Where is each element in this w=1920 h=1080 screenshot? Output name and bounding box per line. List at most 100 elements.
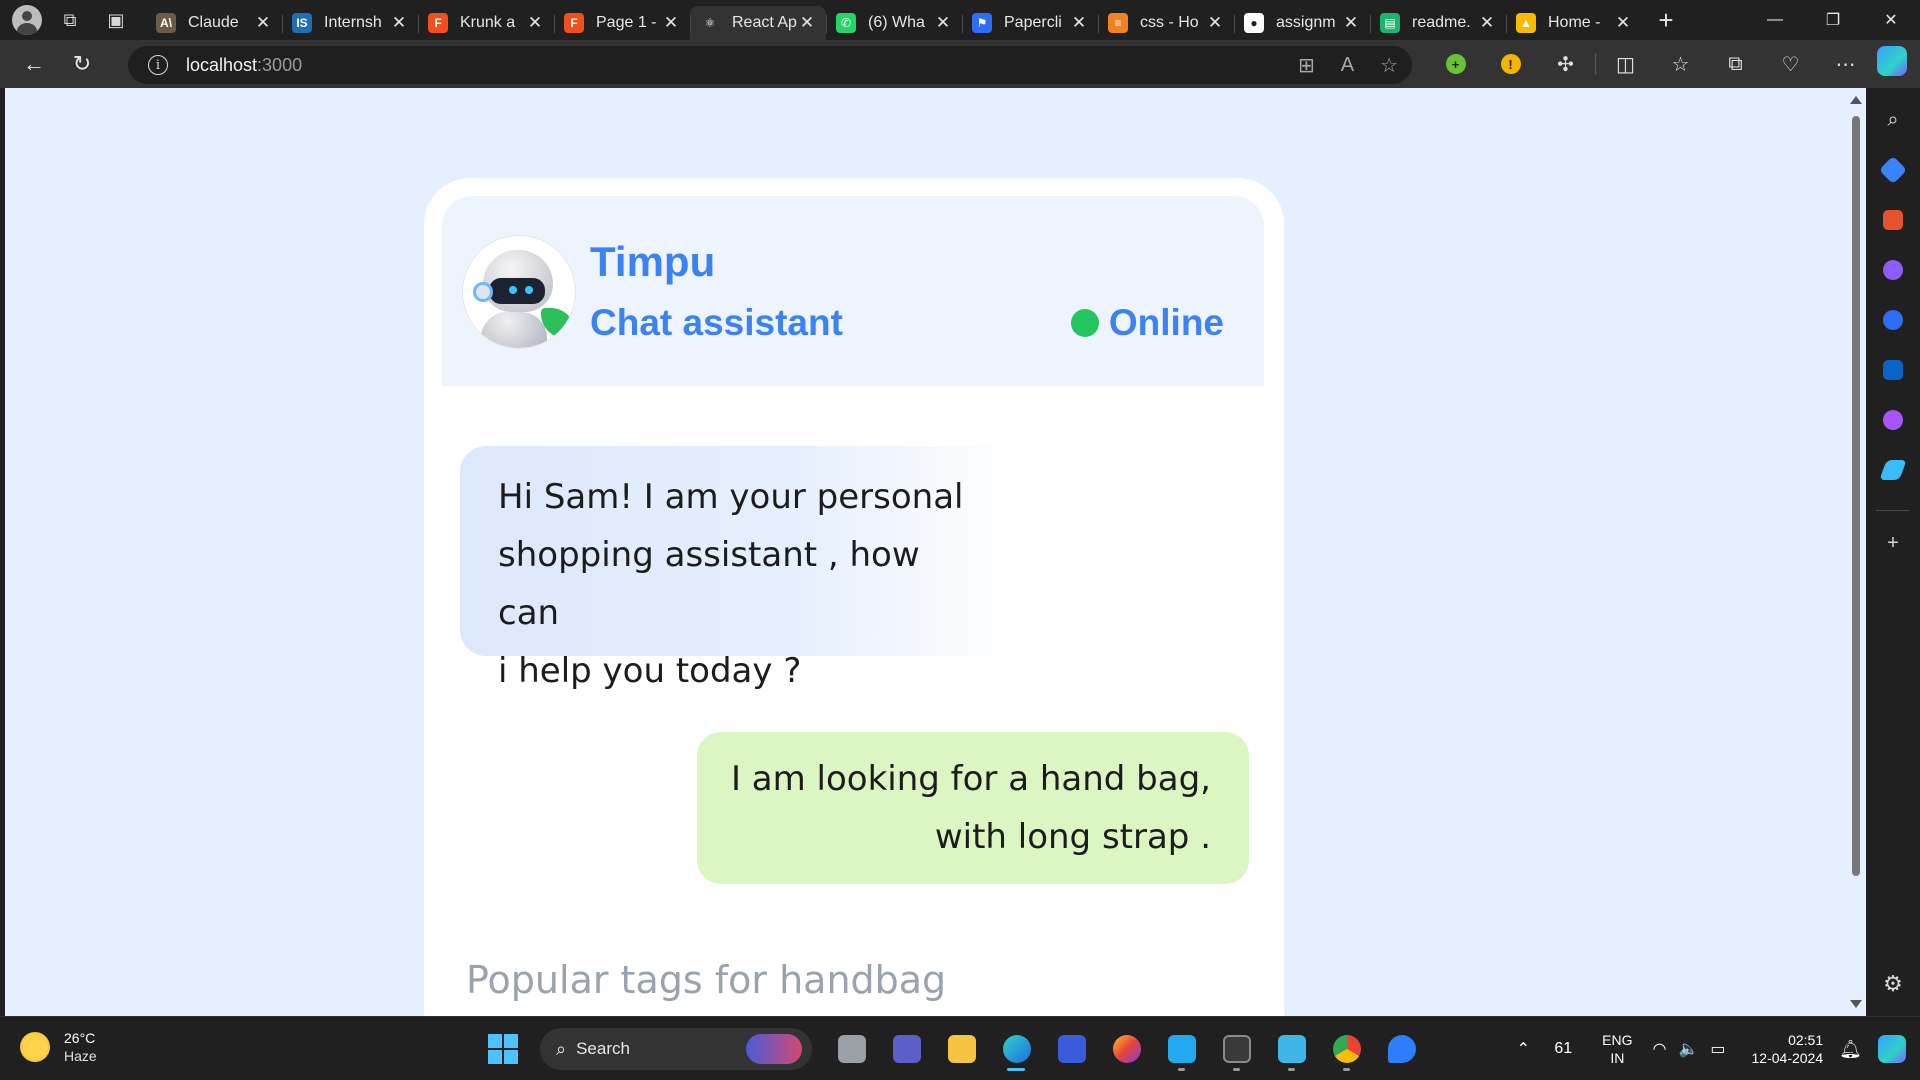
browser-tab[interactable]: A\ Claude ✕ <box>146 6 282 40</box>
tray-number[interactable]: 61 <box>1554 1040 1572 1058</box>
close-tab-icon[interactable]: ✕ <box>390 13 408 33</box>
extension-yellow-icon[interactable]: ! <box>1483 44 1538 84</box>
linear-app-icon[interactable] <box>1044 1025 1099 1073</box>
workspaces-icon[interactable]: ⧉ <box>52 4 88 36</box>
windows-taskbar: 26°C Haze ⌕ Search ⌃ 61 ENG IN ◠ 🔈 ▭ 02:… <box>0 1016 1920 1080</box>
browser-tab[interactable]: F Page 1 - ✕ <box>554 6 690 40</box>
quick-settings[interactable]: ◠ 🔈 ▭ <box>1653 1039 1726 1059</box>
collections-icon[interactable]: ⧉ <box>1708 44 1763 84</box>
taskbar-search[interactable]: ⌕ Search <box>540 1028 812 1070</box>
toolbar-divider <box>1595 53 1596 75</box>
browser-tab[interactable]: ≡ css - Ho ✕ <box>1098 6 1234 40</box>
scrollbar-thumb[interactable] <box>1852 116 1860 876</box>
close-tab-icon[interactable]: ✕ <box>1614 13 1632 33</box>
clock[interactable]: 02:51 12-04-2024 <box>1752 1031 1824 1067</box>
taskbar-apps: ⌕ Search <box>488 1025 1429 1073</box>
back-icon[interactable]: ← <box>14 46 54 82</box>
browser-tab[interactable]: ▤ readme. ✕ <box>1370 6 1506 40</box>
close-tab-icon[interactable]: ✕ <box>934 13 952 33</box>
site-info-icon[interactable]: i <box>148 55 168 75</box>
close-tab-icon[interactable]: ✕ <box>662 13 680 33</box>
browser-tab[interactable]: ▲ Home - ✕ <box>1506 6 1642 40</box>
online-status-label: Online <box>1108 302 1224 343</box>
profile-avatar-icon[interactable] <box>12 5 42 35</box>
copilot-icon[interactable] <box>1877 46 1907 76</box>
minimize-icon[interactable]: — <box>1746 0 1804 40</box>
address-bar[interactable]: i localhost:3000 ⊞ A ☆ <box>128 46 1412 84</box>
sidebar-settings-gear-icon[interactable]: ⚙ <box>1875 966 1911 1002</box>
refresh-icon[interactable]: ↻ <box>62 46 102 82</box>
scroll-down-icon[interactable] <box>1850 1000 1862 1008</box>
weather-widget[interactable]: 26°C Haze <box>20 1029 97 1065</box>
split-screen-icon[interactable]: ◫ <box>1598 44 1653 84</box>
tab-strip: ⧉ ▣ A\ Claude ✕ IS Internsh ✕ F Krunk a ✕ F Page 1… <box>0 0 1920 40</box>
new-tab-button[interactable]: + <box>1648 4 1684 36</box>
terminal-icon[interactable] <box>1209 1025 1264 1073</box>
browser-tab[interactable]: F Krunk a ✕ <box>418 6 554 40</box>
weather-condition: Haze <box>64 1048 97 1064</box>
extension-green-icon[interactable]: + <box>1428 44 1483 84</box>
shopping-tag-icon[interactable] <box>1875 152 1911 188</box>
teams-icon[interactable] <box>879 1025 934 1073</box>
close-tab-icon[interactable]: ✕ <box>1478 13 1496 33</box>
show-hidden-icons-chevron-icon[interactable]: ⌃ <box>1508 1039 1538 1059</box>
games-icon[interactable] <box>1875 252 1911 288</box>
search-icon: ⌕ <box>556 1038 567 1059</box>
vscode-icon[interactable] <box>1154 1025 1209 1073</box>
volume-icon: 🔈 <box>1678 1041 1699 1058</box>
close-tab-icon[interactable]: ✕ <box>1342 13 1360 33</box>
close-tab-icon[interactable]: ✕ <box>798 13 816 33</box>
extensions-puzzle-icon[interactable]: ✣ <box>1538 44 1593 84</box>
telegram-send-icon[interactable] <box>1875 452 1911 488</box>
copilot-sidebar-icon[interactable] <box>1875 302 1911 338</box>
close-tab-icon[interactable]: ✕ <box>254 13 272 33</box>
copilot-taskbar-icon[interactable] <box>1878 1035 1906 1063</box>
notepad-icon[interactable] <box>1264 1025 1319 1073</box>
browser-essentials-icon[interactable]: ♡ <box>1763 44 1818 84</box>
favorites-icon[interactable]: ☆ <box>1653 44 1708 84</box>
notifications-bell-icon[interactable]: 🔔︎ <box>1839 1039 1862 1060</box>
bot-message: Hi Sam! I am your personal shopping assi… <box>460 446 1016 691</box>
firefox-icon[interactable] <box>1099 1025 1154 1073</box>
url-text[interactable]: localhost:3000 <box>186 55 302 76</box>
browser-tab[interactable]: ⚑ Papercli ✕ <box>962 6 1098 40</box>
windows-start-icon[interactable] <box>488 1034 518 1064</box>
outlook-icon[interactable] <box>1875 352 1911 388</box>
close-window-icon[interactable]: ✕ <box>1862 0 1920 40</box>
browser-tab[interactable]: ✆ (6) Wha ✕ <box>826 6 962 40</box>
browser-tab[interactable]: IS Internsh ✕ <box>282 6 418 40</box>
task-view-icon[interactable] <box>824 1025 879 1073</box>
search-icon[interactable]: ⌕ <box>1875 102 1911 138</box>
tab-title: Internsh <box>324 14 382 31</box>
read-aloud-icon[interactable]: A <box>1341 54 1354 77</box>
vertical-tabs-icon[interactable]: ▣ <box>98 4 134 36</box>
page-viewport: Timpu Chat assistant Online Hi Sam! I am… <box>5 88 1847 1016</box>
bot-name: Timpu <box>590 238 716 285</box>
chrome-icon[interactable] <box>1319 1025 1374 1073</box>
add-sidebar-app-icon[interactable]: + <box>1875 525 1911 561</box>
window-controls: — ❐ ✕ <box>1746 0 1920 40</box>
close-tab-icon[interactable]: ✕ <box>526 13 544 33</box>
settings-more-icon[interactable]: ⋯ <box>1818 44 1873 84</box>
favorite-star-icon[interactable]: ☆ <box>1380 53 1398 78</box>
designer-icon[interactable] <box>1875 402 1911 438</box>
close-tab-icon[interactable]: ✕ <box>1070 13 1088 33</box>
pycharm-icon[interactable] <box>1374 1025 1429 1073</box>
page-scrollbar[interactable] <box>1847 88 1866 1016</box>
system-tray: ⌃ 61 ENG IN ◠ 🔈 ▭ 02:51 12-04-2024 🔔︎ <box>1508 1017 1920 1080</box>
tab-title: css - Ho <box>1140 14 1199 31</box>
anthropic-icon: A\ <box>156 13 176 33</box>
app-available-icon[interactable]: ⊞ <box>1298 53 1315 78</box>
edge-browser-icon[interactable] <box>989 1025 1044 1073</box>
clock-time: 02:51 <box>1788 1032 1824 1048</box>
react-icon: ⚛ <box>700 13 720 33</box>
tools-briefcase-icon[interactable] <box>1875 202 1911 238</box>
restore-icon[interactable]: ❐ <box>1804 0 1862 40</box>
close-tab-icon[interactable]: ✕ <box>1206 13 1224 33</box>
scroll-up-icon[interactable] <box>1850 96 1862 104</box>
search-highlight-art <box>746 1034 802 1064</box>
browser-tab[interactable]: ● assignm ✕ <box>1234 6 1370 40</box>
browser-tab[interactable]: ⚛ React Ap ✕ <box>690 6 826 40</box>
file-explorer-icon[interactable] <box>934 1025 989 1073</box>
language-indicator[interactable]: ENG IN <box>1602 1031 1632 1067</box>
